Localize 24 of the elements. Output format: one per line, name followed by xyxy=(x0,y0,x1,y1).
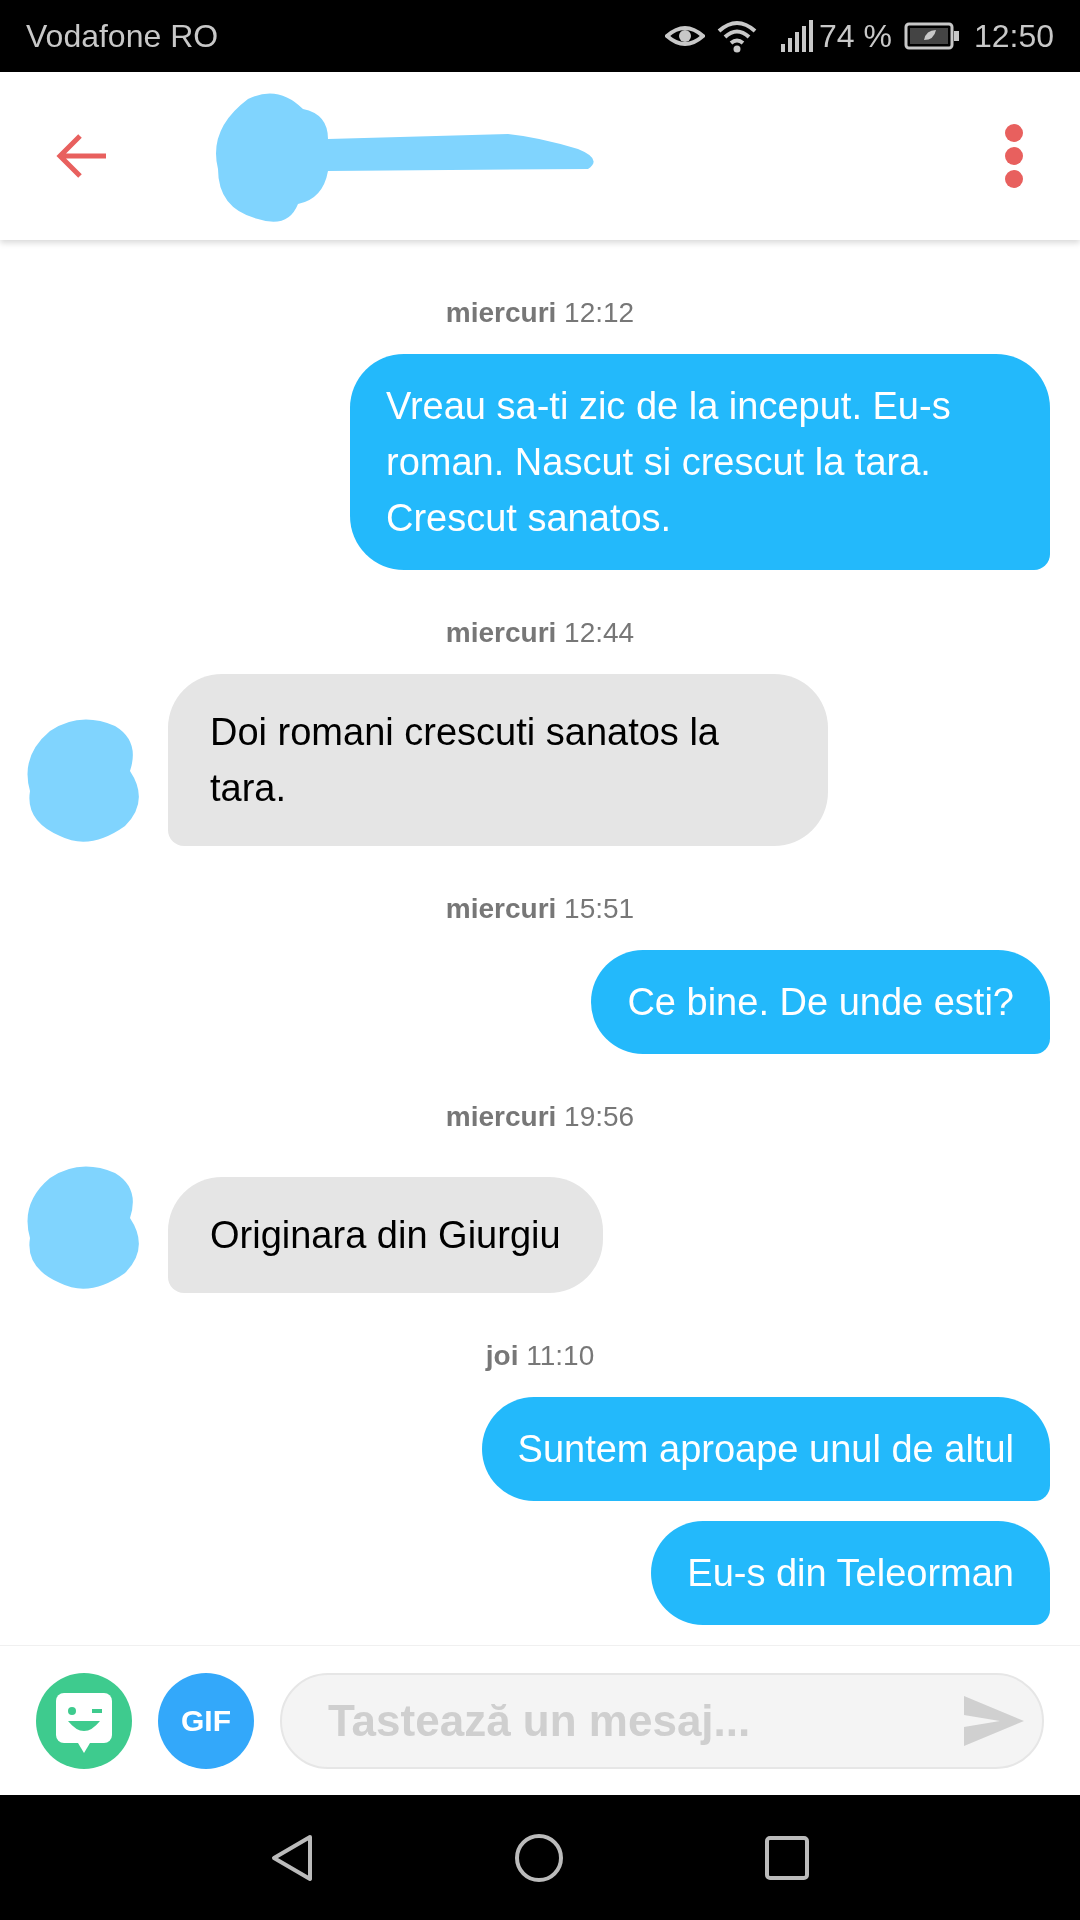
wifi-icon xyxy=(717,19,757,53)
back-arrow-icon[interactable] xyxy=(56,133,108,179)
received-message-bubble: Doi romani crescuti sanatos la tara. xyxy=(168,674,828,846)
home-nav-icon[interactable] xyxy=(514,1832,564,1883)
battery-percentage: 74 % xyxy=(819,17,892,56)
gif-button[interactable]: GIF xyxy=(158,1672,254,1769)
signal-icon xyxy=(781,20,815,52)
timestamp: joi 11:10 xyxy=(485,1339,595,1373)
clock-time: 12:50 xyxy=(973,17,1054,56)
battery-icon xyxy=(903,22,960,50)
timestamp: miercuri 19:56 xyxy=(445,1100,635,1134)
sent-message-bubble: Eu-s din Teleorman xyxy=(651,1521,1050,1625)
timestamp: miercuri 12:12 xyxy=(445,296,635,330)
sent-message-bubble: Suntem aproape unul de altul xyxy=(481,1397,1050,1501)
recents-nav-icon[interactable] xyxy=(764,1834,810,1881)
more-options-icon[interactable] xyxy=(1004,123,1024,189)
sent-message-bubble: Ce bine. De unde esti? xyxy=(591,950,1050,1054)
timestamp: miercuri 15:51 xyxy=(445,892,635,926)
received-message-bubble: Originara din Giurgiu xyxy=(168,1177,603,1293)
back-nav-icon[interactable] xyxy=(270,1832,314,1883)
sent-message-bubble: Vreau sa-ti zic de la inceput. Eu-s roman. Nascut si crescut la tara. Crescut sanatos. xyxy=(350,354,1050,570)
carrier-name: Vodafone RO xyxy=(26,17,219,56)
sticker-face-icon[interactable] xyxy=(36,1672,132,1769)
timestamp: miercuri 12:44 xyxy=(445,616,635,650)
